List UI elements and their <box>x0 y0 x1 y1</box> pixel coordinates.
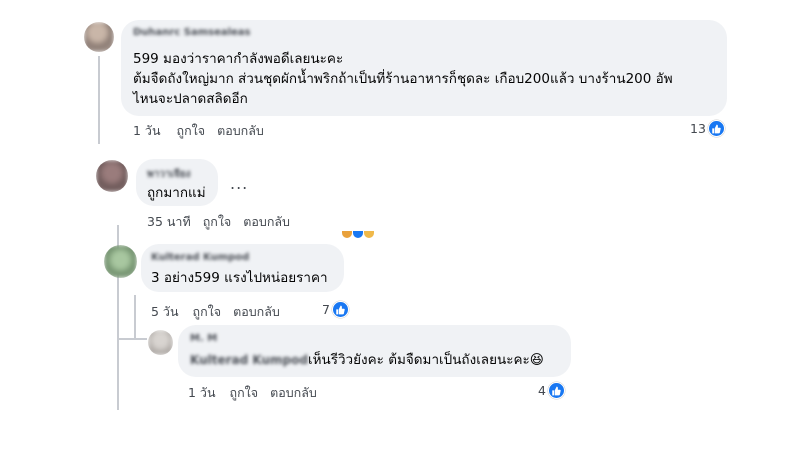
comment-text: 3 อย่าง599 แรงไปหน่อยราคา <box>151 270 328 286</box>
like-link[interactable]: ถูกใจ <box>177 121 206 141</box>
avatar[interactable] <box>84 22 114 52</box>
comment-author[interactable]: Kulterad Kumpod <box>151 252 249 263</box>
like-emoji-icon <box>353 231 363 238</box>
comment-author[interactable]: Duhanrc Samsealeas <box>133 27 251 38</box>
like-link[interactable]: ถูกใจ <box>230 383 259 403</box>
thread-line-nested <box>134 295 136 339</box>
avatar[interactable] <box>104 245 137 278</box>
comment-text-body: เห็นรีวิวยังคะ ต้มจืดมาเป็นถังเลยนะคะ😆 <box>307 352 544 368</box>
wow-emoji-icon <box>364 231 374 238</box>
haha-emoji-icon <box>342 231 352 238</box>
reaction-count[interactable]: 13 <box>690 120 725 137</box>
comment-text: ถูกมากแม่ <box>147 185 206 201</box>
comment-text: Kulterad Kumpodเห็นรีวิวยังคะ ต้มจืดมาเป… <box>190 350 544 370</box>
comment-meta: 1 วัน ถูกใจ ตอบกลับ <box>133 121 264 141</box>
thumbs-up-icon <box>331 301 349 318</box>
reply-link[interactable]: ตอบกลับ <box>233 302 280 322</box>
comment-author[interactable]: พาวาเจียง <box>147 167 190 182</box>
comment-time[interactable]: 5 วัน <box>151 302 179 322</box>
comment-time[interactable]: 35 นาที <box>147 212 191 232</box>
mention-tag[interactable]: Kulterad Kumpod <box>190 350 308 370</box>
thumbs-up-icon <box>707 120 725 137</box>
comment-time[interactable]: 1 วัน <box>188 383 216 403</box>
comment-meta: 35 นาที ถูกใจ ตอบกลับ <box>147 212 290 232</box>
more-options-icon[interactable]: ... <box>230 174 248 193</box>
reply-link[interactable]: ตอบกลับ <box>243 212 290 232</box>
reaction-emoji-strip <box>342 231 375 238</box>
thumbs-up-icon <box>547 382 565 399</box>
avatar[interactable] <box>148 330 173 355</box>
reaction-count[interactable]: 4 <box>538 382 565 399</box>
reply-link[interactable]: ตอบกลับ <box>270 383 317 403</box>
comment-meta: 5 วัน ถูกใจ ตอบกลับ <box>151 302 280 322</box>
reply-link[interactable]: ตอบกลับ <box>217 121 264 141</box>
comment-time[interactable]: 1 วัน <box>133 121 161 141</box>
thread-line-main <box>98 56 100 144</box>
reaction-count[interactable]: 7 <box>322 301 349 318</box>
like-link[interactable]: ถูกใจ <box>193 302 222 322</box>
comment-text-line: 599 มองว่าราคากำลังพอดีเลยนะคะ <box>133 51 344 67</box>
comment-text-line: ไหนจะปลาดสลิดอีก <box>133 91 248 107</box>
like-link[interactable]: ถูกใจ <box>203 212 232 232</box>
comment-meta: 1 วัน ถูกใจ ตอบกลับ <box>188 383 317 403</box>
comment-author[interactable]: M. M <box>190 333 217 344</box>
thread-line-reply-branch <box>117 338 147 340</box>
comment-text-line: ต้มจืดถังใหญ่มาก ส่วนชุดผักน้ำพริกถ้าเป็… <box>133 71 673 87</box>
avatar[interactable] <box>96 160 128 192</box>
